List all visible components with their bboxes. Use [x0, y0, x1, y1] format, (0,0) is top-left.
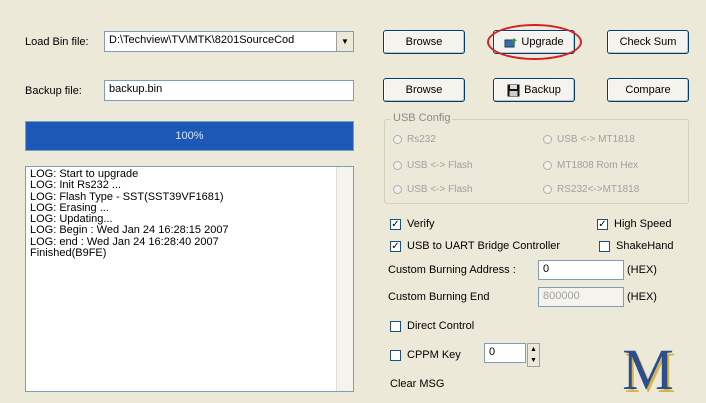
- compare-button[interactable]: Compare: [607, 78, 689, 102]
- usb-config-group: USB Config Rs232 USB <-> MT1818 USB <-> …: [384, 112, 689, 204]
- radio-usb-mt1818[interactable]: USB <-> MT1818: [543, 134, 635, 145]
- progress-text: 100%: [175, 130, 204, 142]
- chevron-down-icon[interactable]: ▼: [336, 32, 353, 51]
- radio-icon: [543, 185, 552, 194]
- radio-icon: [543, 161, 552, 170]
- spin-down-icon[interactable]: ▼: [528, 355, 539, 366]
- highlight-circle: [487, 24, 582, 60]
- log-lines: LOG: Start to upgrade LOG: Init Rs232 ...…: [30, 168, 349, 260]
- load-bin-label: Load Bin file:: [25, 36, 89, 48]
- usb-uart-checkbox[interactable]: ✓ USB to UART Bridge Controller: [390, 240, 560, 252]
- usb-uart-label: USB to UART Bridge Controller: [407, 240, 561, 252]
- log-area[interactable]: LOG: Start to upgrade LOG: Init Rs232 ...…: [25, 166, 354, 392]
- floppy-disk-icon: [507, 84, 520, 97]
- cppm-key-label: CPPM Key: [407, 349, 461, 361]
- shake-hand-label: ShakeHand: [616, 240, 674, 252]
- logo: M: [607, 333, 689, 399]
- load-bin-value: D:\Techview\TV\MTK\8201SourceCod: [109, 34, 295, 46]
- log-line: Finished(B9FE): [30, 247, 107, 260]
- check-icon: ✓: [390, 240, 401, 252]
- radio-icon: [543, 135, 552, 144]
- burning-address-value: 0: [543, 263, 550, 275]
- log-line: LOG: Init Rs232 ...: [30, 179, 122, 192]
- clear-msg-button[interactable]: Clear MSG: [390, 378, 444, 390]
- usb-config-title: USB Config: [391, 112, 453, 124]
- radio-label: Rs232: [407, 134, 436, 145]
- checkbox-empty-icon: [599, 240, 610, 252]
- backup-file-label: Backup file:: [25, 85, 82, 97]
- progress-bar: 100%: [25, 121, 354, 151]
- log-scrollbar[interactable]: [336, 167, 353, 391]
- high-speed-checkbox[interactable]: ✓ High Speed: [597, 218, 672, 230]
- high-speed-label: High Speed: [614, 218, 672, 230]
- radio-usb-flash-2[interactable]: USB <-> Flash: [393, 184, 473, 195]
- radio-usb-flash-1[interactable]: USB <-> Flash: [393, 160, 473, 171]
- logo-letter: M: [622, 337, 674, 402]
- direct-control-label: Direct Control: [407, 320, 475, 332]
- load-bin-combo[interactable]: D:\Techview\TV\MTK\8201SourceCod ▼: [104, 31, 354, 52]
- checkbox-empty-icon: [390, 320, 401, 332]
- check-icon: ✓: [390, 218, 401, 230]
- cppm-key-input[interactable]: 0: [484, 343, 526, 363]
- burning-end-value: 800000: [543, 290, 580, 302]
- radio-rs232[interactable]: Rs232: [393, 134, 436, 145]
- browse-bin-button[interactable]: Browse: [383, 30, 465, 54]
- check-sum-button[interactable]: Check Sum: [607, 30, 689, 54]
- cppm-key-spinner[interactable]: ▲ ▼: [527, 343, 540, 367]
- hex-unit-label-2: (HEX): [627, 291, 657, 303]
- radio-label: MT1808 Rom Hex: [557, 160, 639, 171]
- backup-label: Backup: [524, 84, 561, 96]
- backup-button[interactable]: Backup: [493, 78, 575, 102]
- check-icon: ✓: [597, 218, 608, 230]
- verify-checkbox[interactable]: ✓ Verify: [390, 218, 435, 230]
- direct-control-checkbox[interactable]: Direct Control: [390, 320, 474, 332]
- radio-mt1808-rom-hex[interactable]: MT1808 Rom Hex: [543, 160, 638, 171]
- backup-file-value: backup.bin: [109, 83, 163, 95]
- burning-end-label: Custom Burning End: [388, 291, 490, 303]
- verify-label: Verify: [407, 218, 435, 230]
- burning-address-label: Custom Burning Address :: [388, 264, 516, 276]
- shake-hand-checkbox[interactable]: ShakeHand: [599, 240, 674, 252]
- cppm-key-checkbox[interactable]: CPPM Key: [390, 349, 461, 361]
- radio-icon: [393, 161, 402, 170]
- radio-rs232-mt1818[interactable]: RS232<->MT1818: [543, 184, 639, 195]
- cppm-key-value: 0: [489, 346, 496, 358]
- burning-end-input[interactable]: 800000: [538, 287, 624, 307]
- radio-label: USB <-> Flash: [407, 184, 473, 195]
- browse-backup-button[interactable]: Browse: [383, 78, 465, 102]
- hex-unit-label: (HEX): [627, 264, 657, 276]
- radio-icon: [393, 135, 402, 144]
- radio-label: USB <-> Flash: [407, 160, 473, 171]
- radio-label: USB <-> MT1818: [557, 134, 635, 145]
- radio-icon: [393, 185, 402, 194]
- backup-file-input[interactable]: backup.bin: [104, 80, 354, 101]
- radio-label: RS232<->MT1818: [557, 184, 640, 195]
- spin-up-icon[interactable]: ▲: [528, 344, 539, 355]
- burning-address-input[interactable]: 0: [538, 260, 624, 280]
- checkbox-empty-icon: [390, 349, 401, 361]
